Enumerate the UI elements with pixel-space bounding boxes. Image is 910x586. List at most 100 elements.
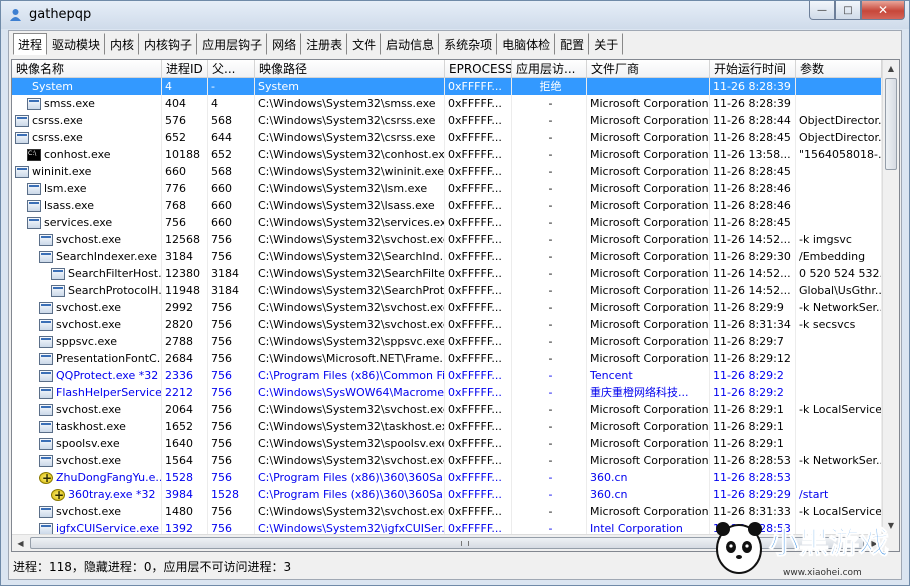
cell-path: C:\Windows\System32\spoolsv.exe xyxy=(255,435,445,452)
process-name: SearchProtocolH... xyxy=(68,284,162,297)
cell-eprocess: 0xFFFFF... xyxy=(445,78,512,95)
table-row[interactable]: SearchProtocolH... 11948 3184 C:\Windows\Sy… xyxy=(12,282,882,299)
tab-4[interactable]: 应用层钩子 xyxy=(197,33,268,55)
scroll-up-arrow-icon[interactable]: ▲ xyxy=(883,60,899,77)
scroll-left-arrow-icon[interactable]: ◀ xyxy=(12,535,29,551)
tab-0[interactable]: 进程 xyxy=(13,33,48,55)
tab-9[interactable]: 系统杂项 xyxy=(439,33,498,55)
table-row[interactable]: smss.exe 404 4 C:\Windows\System32\smss.exe… xyxy=(12,95,882,112)
process-name-cell: SearchProtocolH... xyxy=(12,282,162,299)
cell-eprocess: 0xFFFFF... xyxy=(445,163,512,180)
column-header-params[interactable]: 参数 xyxy=(796,60,882,78)
cell-params xyxy=(796,180,882,197)
cell-ppid: 1528 xyxy=(208,486,255,503)
table-row[interactable]: svchost.exe 1564 756 C:\Windows\System32\sv… xyxy=(12,452,882,469)
app-window-icon xyxy=(39,301,53,314)
cell-time: 11-26 8:28:46 xyxy=(710,197,796,214)
tab-8[interactable]: 启动信息 xyxy=(381,33,440,55)
watermark-url: www.xiaohei.com xyxy=(783,568,862,578)
cell-path: C:\Windows\System32\svchost.exe xyxy=(255,452,445,469)
cell-eprocess: 0xFFFFF... xyxy=(445,129,512,146)
tab-2[interactable]: 内核 xyxy=(105,33,140,55)
cell-ppid: 756 xyxy=(208,401,255,418)
table-row[interactable]: PresentationFontC... 2684 756 C:\Windows\Mi… xyxy=(12,350,882,367)
table-row[interactable]: SearchIndexer.exe 3184 756 C:\Windows\Syste… xyxy=(12,248,882,265)
process-name: services.exe xyxy=(44,216,113,229)
tab-3[interactable]: 内核钩子 xyxy=(139,33,198,55)
cell-time: 11-26 8:29:1 xyxy=(710,435,796,452)
cell-access: - xyxy=(512,503,587,520)
table-row[interactable]: lsass.exe 768 660 C:\Windows\System32\lsass… xyxy=(12,197,882,214)
table-row[interactable]: 360tray.exe *32 39841528C:\Program Files … xyxy=(12,486,882,503)
cell-access: - xyxy=(512,282,587,299)
cell-ppid: 652 xyxy=(208,146,255,163)
table-row[interactable]: lsm.exe 776 660 C:\Windows\System32\lsm.exe… xyxy=(12,180,882,197)
tab-12[interactable]: 关于 xyxy=(589,33,624,55)
title-bar[interactable]: gathepqp — □ ✕ xyxy=(1,1,909,29)
table-row[interactable]: conhost.exe 10188652C:\Windows\System32\c… xyxy=(12,146,882,163)
close-button[interactable]: ✕ xyxy=(861,1,905,20)
cell-ppid: 660 xyxy=(208,214,255,231)
table-row[interactable]: spoolsv.exe 1640 756 C:\Windows\System32\sp… xyxy=(12,435,882,452)
table-row[interactable]: FlashHelperService... 2212 756 C:\Windows\S… xyxy=(12,384,882,401)
cell-access: 拒绝 xyxy=(512,78,587,95)
cell-path: C:\Windows\System32\sppsvc.exe xyxy=(255,333,445,350)
table-row[interactable]: wininit.exe 660 568 C:\Windows\System32\win… xyxy=(12,163,882,180)
column-header-name[interactable]: 映像名称 xyxy=(12,60,162,78)
cell-access: - xyxy=(512,231,587,248)
table-row[interactable]: services.exe 756 660 C:\Windows\System32\se… xyxy=(12,214,882,231)
tab-6[interactable]: 注册表 xyxy=(301,33,348,55)
column-header-time[interactable]: 开始运行时间 xyxy=(710,60,796,78)
tab-11[interactable]: 配置 xyxy=(555,33,590,55)
cell-params xyxy=(796,333,882,350)
table-row[interactable]: System 4- System 0xFFFFF... 拒绝 11-26 8:28:39 xyxy=(12,78,882,95)
tab-5[interactable]: 网络 xyxy=(267,33,302,55)
column-header-eprocess[interactable]: EPROCESS xyxy=(445,60,512,78)
column-header-ppid[interactable]: 父... xyxy=(208,60,255,78)
column-header-path[interactable]: 映像路径 xyxy=(255,60,445,78)
cell-access: - xyxy=(512,401,587,418)
table-row[interactable]: svchost.exe 2992 756 C:\Windows\System32\sv… xyxy=(12,299,882,316)
table-row[interactable]: SearchFilterHost... 12380 3184 C:\Windows\S… xyxy=(12,265,882,282)
table-row[interactable]: svchost.exe 12568 756 C:\Windows\System32\s… xyxy=(12,231,882,248)
cell-params xyxy=(796,163,882,180)
column-header-pid[interactable]: 进程ID xyxy=(162,60,208,78)
cell-access: - xyxy=(512,146,587,163)
table-row[interactable]: ZhuDongFangYu.e...1528756C:\Program File… xyxy=(12,469,882,486)
process-name: csrss.exe xyxy=(32,114,83,127)
cell-ppid: 756 xyxy=(208,469,255,486)
cell-ppid: 568 xyxy=(208,163,255,180)
cell-path: C:\Windows\System32\svchost.exe xyxy=(255,231,445,248)
maximize-button[interactable]: □ xyxy=(835,1,861,20)
process-name: System xyxy=(32,80,74,93)
cell-eprocess: 0xFFFFF... xyxy=(445,299,512,316)
table-row[interactable]: svchost.exe 2064 756 C:\Windows\System32\sv… xyxy=(12,401,882,418)
cell-params: Global\UsGthr... xyxy=(796,282,882,299)
table-row[interactable]: QQProtect.exe *32 2336 756 C:\Program Files… xyxy=(12,367,882,384)
column-header-access[interactable]: 应用层访... xyxy=(512,60,587,78)
cell-pid: 2820 xyxy=(162,316,208,333)
tab-10[interactable]: 电脑体检 xyxy=(497,33,556,55)
table-row[interactable]: csrss.exe 576 568 C:\Windows\System32\csrss… xyxy=(12,112,882,129)
process-name: conhost.exe xyxy=(44,148,111,161)
table-row[interactable]: sppsvc.exe 2788 756 C:\Windows\System32\spp… xyxy=(12,333,882,350)
cell-eprocess: 0xFFFFF... xyxy=(445,384,512,401)
app-window-icon xyxy=(27,97,41,110)
cell-params xyxy=(796,418,882,435)
cell-path: C:\Windows\System32\smss.exe xyxy=(255,95,445,112)
table-row[interactable]: svchost.exe 2820 756 C:\Windows\System32\sv… xyxy=(12,316,882,333)
tab-1[interactable]: 驱动模块 xyxy=(47,33,106,55)
column-header-vendor[interactable]: 文件厂商 xyxy=(587,60,710,78)
vertical-scroll-thumb[interactable] xyxy=(885,78,897,170)
process-name: svchost.exe xyxy=(56,403,122,416)
app-window-icon xyxy=(15,81,29,93)
table-row[interactable]: csrss.exe 652 644 C:\Windows\System32\csrss… xyxy=(12,129,882,146)
table-row[interactable]: taskhost.exe 1652 756 C:\Windows\System32\t… xyxy=(12,418,882,435)
tab-7[interactable]: 文件 xyxy=(347,33,382,55)
cell-access: - xyxy=(512,316,587,333)
vertical-scrollbar[interactable]: ▲ ▼ xyxy=(882,60,899,534)
cell-path: C:\Windows\System32\csrss.exe xyxy=(255,129,445,146)
process-list[interactable]: 映像名称 进程ID 父... 映像路径 EPROCESS 应用层访... 文件厂商 开始运行时… xyxy=(11,59,900,552)
minimize-button[interactable]: — xyxy=(809,1,835,20)
app-window-icon xyxy=(39,454,53,467)
